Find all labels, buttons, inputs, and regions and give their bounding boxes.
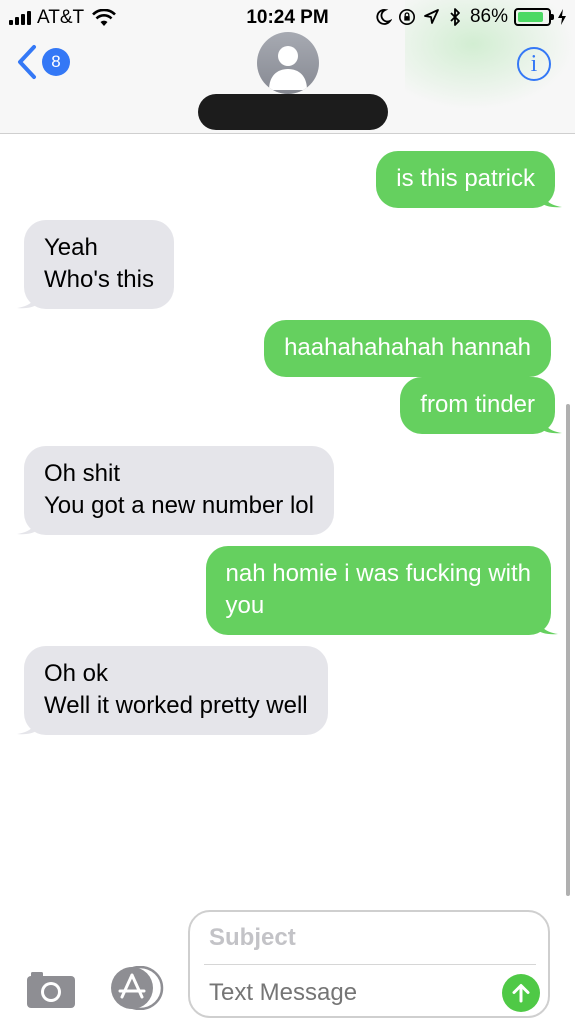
app-store-icon[interactable]: [108, 966, 164, 1010]
message-line: You got a new number lol: [44, 492, 314, 519]
bubble-tail: [17, 289, 39, 309]
sent-message-bubble[interactable]: haahahahahah hannah: [264, 320, 551, 377]
message-line: Oh ok: [44, 660, 109, 687]
info-button[interactable]: i: [517, 47, 551, 81]
bubble-tail: [17, 515, 39, 535]
bluetooth-icon: [450, 8, 460, 26]
sent-message-bubble[interactable]: nah homie i was fucking with you: [205, 546, 558, 635]
contact-avatar[interactable]: [257, 32, 319, 94]
status-right: 86%: [374, 6, 567, 28]
message-line: Well it worked pretty well: [44, 692, 308, 719]
conversation-header: AT&T 10:24 PM 86% 8 i: [0, 0, 575, 134]
bubble-tail: [17, 715, 39, 735]
chevron-left-icon: [18, 45, 36, 79]
text-message-input[interactable]: [209, 979, 489, 1007]
battery-fill: [518, 12, 543, 22]
unread-count-badge: 8: [42, 48, 70, 76]
back-button[interactable]: 8: [16, 44, 70, 80]
send-button[interactable]: [502, 974, 540, 1012]
person-silhouette-icon: [269, 46, 307, 90]
message-line: you: [225, 592, 265, 619]
scroll-indicator[interactable]: [566, 404, 570, 896]
message-line: Who's this: [44, 266, 154, 293]
message-line: Oh shit: [44, 460, 121, 487]
received-message-bubble[interactable]: Oh shit You got a new number lol: [17, 446, 334, 535]
status-bar: AT&T 10:24 PM 86%: [0, 0, 575, 36]
message-line: nah homie i was fucking with: [225, 560, 531, 587]
battery-percent: 86%: [469, 6, 508, 27]
message-line: is this patrick: [396, 165, 535, 192]
bubble-tail: [536, 615, 558, 635]
message-composer[interactable]: Subject: [188, 910, 550, 1018]
bubble-tail: [540, 414, 562, 434]
arrow-up-icon: [512, 984, 530, 1003]
charging-icon: [558, 9, 566, 25]
composer-divider: [204, 964, 536, 965]
sent-message-bubble[interactable]: is this patrick: [376, 151, 562, 208]
bubble-tail: [540, 188, 562, 208]
contact-name-redacted[interactable]: [198, 94, 388, 130]
received-message-bubble[interactable]: Yeah Who's this: [17, 220, 174, 309]
camera-icon[interactable]: [25, 970, 77, 1010]
received-message-bubble[interactable]: Oh ok Well it worked pretty well: [17, 646, 328, 735]
message-line: Yeah: [44, 234, 98, 261]
moon-icon: [376, 9, 392, 25]
message-line: haahahahahah hannah: [284, 334, 531, 361]
battery-icon: [514, 8, 554, 26]
location-icon: [424, 9, 439, 24]
subject-field[interactable]: Subject: [209, 924, 296, 952]
message-line: from tinder: [420, 391, 535, 418]
orientation-lock-icon: [398, 8, 415, 26]
sent-message-bubble[interactable]: from tinder: [400, 377, 562, 434]
